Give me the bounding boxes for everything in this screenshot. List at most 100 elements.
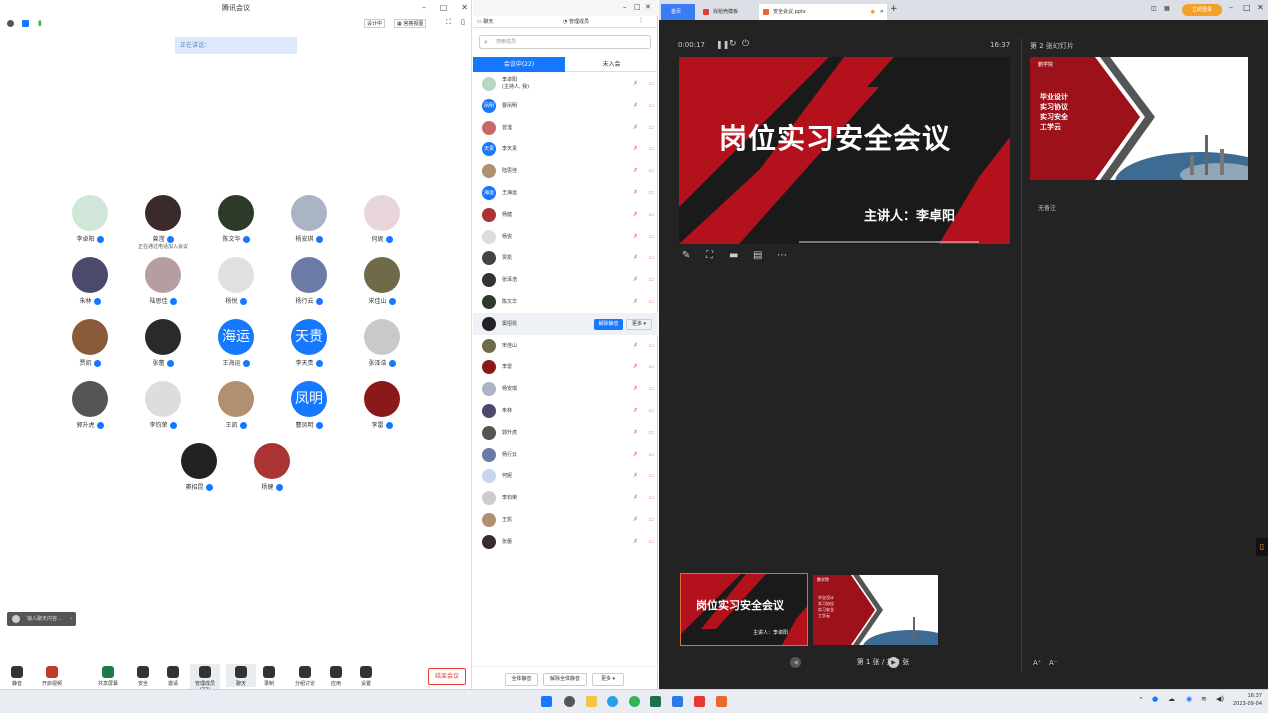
mic-muted-icon[interactable]: ✗ bbox=[633, 211, 638, 218]
tag-button[interactable]: 设计中 bbox=[364, 19, 386, 28]
toolbar-button[interactable]: 静音 bbox=[2, 664, 32, 687]
view-toggle-button[interactable]: ▦ 宫格视图 bbox=[394, 19, 427, 28]
participant-tile[interactable]: 李卓阳 bbox=[55, 195, 125, 243]
mic-muted-icon[interactable]: ✗ bbox=[633, 407, 638, 414]
tab-template[interactable]: 找稻壳模板 bbox=[699, 4, 759, 20]
more-options-icon[interactable]: ⋮ bbox=[638, 17, 644, 24]
toolbar-button[interactable]: 开启视频 bbox=[37, 664, 67, 687]
toolbar-button[interactable]: 分组讨论 bbox=[290, 664, 320, 687]
restart-icon[interactable]: ↻ bbox=[729, 39, 737, 49]
participant-tile[interactable]: 贾凯 bbox=[55, 319, 125, 367]
info-icon[interactable] bbox=[7, 20, 14, 27]
tray-clock[interactable]: 16:37 2023-09-04 bbox=[1230, 692, 1262, 708]
font-increase-icon[interactable]: A⁺ bbox=[1033, 659, 1041, 667]
member-row[interactable]: 杨健 ✗ ▭ bbox=[473, 204, 658, 226]
participant-tile[interactable]: 朱林 bbox=[55, 257, 125, 305]
member-row[interactable]: 李钧荣 ✗ ▭ bbox=[473, 487, 658, 509]
member-row[interactable]: 宋佳山 ✗ ▭ bbox=[473, 335, 658, 357]
grid-icon[interactable]: ▦ bbox=[1164, 5, 1170, 12]
fullscreen-icon[interactable]: ⛶ bbox=[446, 18, 451, 27]
pause-icon[interactable]: ❚❚ bbox=[716, 40, 729, 49]
mic-muted-icon[interactable]: ✗ bbox=[633, 516, 638, 523]
camera-off-icon[interactable]: ▭ bbox=[648, 254, 654, 261]
mic-muted-icon[interactable]: ✗ bbox=[633, 276, 638, 283]
close-tab-icon[interactable]: ✕ bbox=[880, 4, 884, 20]
tab-chat[interactable]: ▭ 聊天 bbox=[477, 18, 493, 25]
subtitle-icon[interactable]: ▤ bbox=[753, 250, 762, 261]
camera-off-icon[interactable]: ▭ bbox=[648, 124, 654, 131]
participant-tile[interactable]: 郭升虎 bbox=[55, 381, 125, 429]
toolbar-button[interactable]: 应用 bbox=[321, 664, 351, 687]
close-icon[interactable]: ✕ bbox=[645, 3, 651, 11]
toolbar-button[interactable]: 设置 bbox=[351, 664, 381, 687]
member-row[interactable]: 李卓阳 (主持人, 我) ✗ ▭ bbox=[473, 73, 658, 95]
participant-tile[interactable]: 王凯 bbox=[201, 381, 271, 429]
chat-input-bar[interactable]: 输入聊天内容... ‹ bbox=[7, 612, 76, 626]
presentation-icon[interactable] bbox=[716, 696, 727, 707]
participant-tile[interactable]: 李钧荣 bbox=[128, 381, 198, 429]
camera-off-icon[interactable]: ▭ bbox=[648, 189, 654, 196]
close-icon[interactable]: ✕ bbox=[461, 3, 468, 12]
member-row[interactable]: 张蕾 ✗ ▭ bbox=[473, 531, 658, 553]
mic-muted-icon[interactable]: ✗ bbox=[633, 385, 638, 392]
start-icon[interactable] bbox=[541, 696, 552, 707]
mic-muted-icon[interactable]: ✗ bbox=[633, 80, 638, 87]
mic-muted-icon[interactable]: ✗ bbox=[633, 189, 638, 196]
participant-tile[interactable]: 杨健 bbox=[237, 443, 307, 491]
mic-muted-icon[interactable]: ✗ bbox=[633, 145, 638, 152]
prev-slide-button[interactable]: ◀ bbox=[790, 657, 801, 668]
emoji-icon[interactable] bbox=[12, 615, 20, 623]
camera-off-icon[interactable]: ▭ bbox=[648, 211, 654, 218]
edge-icon[interactable] bbox=[607, 696, 618, 707]
mic-muted-icon[interactable]: ✗ bbox=[633, 494, 638, 501]
participant-tile[interactable]: 张泽浩 bbox=[347, 319, 417, 367]
tab-ppt[interactable]: 安全会议.pptx ● ✕ bbox=[759, 4, 887, 20]
participant-tile[interactable]: 陈文华 bbox=[201, 195, 271, 243]
mic-muted-icon[interactable]: ✗ bbox=[633, 538, 638, 545]
participant-tile[interactable]: 海运 王海运 bbox=[201, 319, 271, 367]
mic-muted-icon[interactable]: ✗ bbox=[633, 342, 638, 349]
mic-muted-icon[interactable]: ✗ bbox=[633, 254, 638, 261]
camera-off-icon[interactable]: ▭ bbox=[648, 494, 654, 501]
camera-off-icon[interactable]: ▭ bbox=[648, 276, 654, 283]
camera-off-icon[interactable]: ▭ bbox=[648, 407, 654, 414]
participant-tile[interactable]: 李雷 bbox=[347, 381, 417, 429]
member-row[interactable]: 杨行云 ✗ ▭ bbox=[473, 444, 658, 466]
mic-muted-icon[interactable]: ✗ bbox=[633, 429, 638, 436]
participant-tile[interactable]: 杨安琪 bbox=[274, 195, 344, 243]
minimize-icon[interactable]: – bbox=[623, 3, 627, 11]
participant-tile[interactable]: 陆思佳 bbox=[128, 257, 198, 305]
participant-tile[interactable]: 杨行云 bbox=[274, 257, 344, 305]
tray-app-icon[interactable]: ◉ bbox=[1186, 695, 1192, 703]
volume-icon[interactable]: ◀) bbox=[1216, 695, 1224, 703]
participant-tile[interactable]: 凤明 曹凤明 bbox=[274, 381, 344, 429]
toolbar-button[interactable]: 邀请 bbox=[158, 664, 188, 687]
segment-in-meeting[interactable]: 会议中(22) bbox=[473, 57, 565, 72]
camera-off-icon[interactable]: ▭ bbox=[648, 385, 654, 392]
maximize-icon[interactable]: □ bbox=[1243, 3, 1251, 12]
mic-icon[interactable]: ● bbox=[1152, 695, 1158, 703]
camera-icon[interactable]: ▬ bbox=[729, 250, 738, 261]
login-button[interactable]: 立即登录 bbox=[1182, 4, 1222, 16]
thumbnail-2[interactable]: 鹏学院 毕业设计 实习协议 实习安全 工学云 bbox=[813, 575, 938, 645]
camera-off-icon[interactable]: ▭ bbox=[648, 102, 654, 109]
camera-off-icon[interactable]: ▭ bbox=[648, 145, 654, 152]
mic-muted-icon[interactable]: ✗ bbox=[633, 451, 638, 458]
toolbar-button[interactable]: 安全 bbox=[128, 664, 158, 687]
mic-muted-icon[interactable]: ✗ bbox=[633, 102, 638, 109]
member-row[interactable]: 陈文华 ✗ ▭ bbox=[473, 291, 658, 313]
mic-muted-icon[interactable]: ✗ bbox=[633, 167, 638, 174]
participant-tile[interactable]: 天贵 李天贵 bbox=[274, 319, 344, 367]
shield-icon[interactable] bbox=[22, 20, 29, 27]
mic-muted-icon[interactable]: ✗ bbox=[633, 472, 638, 479]
next-slide-button[interactable]: ▶ bbox=[888, 657, 899, 668]
new-tab-icon[interactable]: + bbox=[890, 4, 898, 14]
camera-off-icon[interactable]: ▭ bbox=[648, 472, 654, 479]
mic-muted-icon[interactable]: ✗ bbox=[633, 124, 638, 131]
member-row[interactable]: 凤明 曹凤明 ✗ ▭ bbox=[473, 95, 658, 117]
mic-muted-icon[interactable]: ✗ bbox=[633, 298, 638, 305]
wifi-icon[interactable]: ≋ bbox=[1201, 695, 1207, 703]
participant-tile[interactable]: 窦招昆 bbox=[164, 443, 234, 491]
member-row[interactable]: 海运 王海运 ✗ ▭ bbox=[473, 182, 658, 204]
current-slide[interactable]: 岗位实习安全会议 主讲人：李卓阳 bbox=[679, 57, 1010, 244]
